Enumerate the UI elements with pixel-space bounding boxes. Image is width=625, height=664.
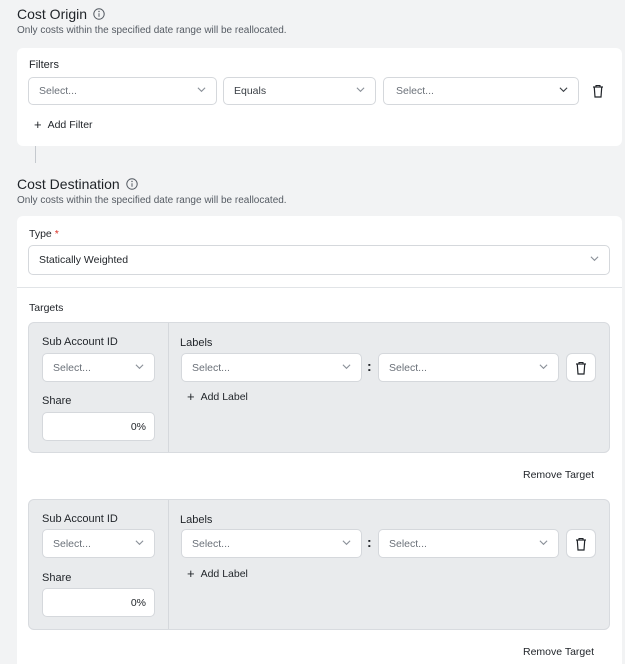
add-label-text: Add Label [200,567,248,580]
plus-icon: + [187,566,195,581]
target-card: Sub Account ID Select... Share 0% Labels… [28,499,610,630]
label-separator: : [367,358,372,374]
remove-target-button[interactable]: Remove Target [523,646,594,658]
cost-destination-heading: Cost Destination [17,176,138,192]
plus-icon: + [34,117,42,132]
connector-line [35,146,36,163]
sub-account-label: Sub Account ID [42,336,118,348]
label-key-placeholder: Select... [192,361,230,374]
chevron-down-icon [539,539,548,545]
filter-value-select[interactable]: Select... [383,77,579,105]
sub-account-select[interactable]: Select... [42,529,155,558]
remove-target-button[interactable]: Remove Target [523,469,594,481]
info-icon[interactable] [126,178,138,190]
sub-account-select[interactable]: Select... [42,353,155,382]
sub-account-placeholder: Select... [53,361,91,374]
chevron-down-icon [135,539,144,545]
chevron-down-icon [342,539,351,545]
filter-operator-value: Equals [234,85,267,97]
label-key-select[interactable]: Select... [181,529,362,558]
label-value-placeholder: Select... [389,537,427,550]
cost-origin-subtitle: Only costs within the specified date ran… [17,25,287,36]
add-filter-label: Add Filter [47,118,93,131]
cost-origin-title: Cost Origin [17,6,88,22]
chevron-down-icon [590,256,599,262]
add-label-button[interactable]: + Add Label [187,567,248,580]
chevron-down-icon [135,363,144,369]
filter-field-select[interactable]: Select... [28,77,217,105]
info-icon[interactable] [93,8,105,20]
label-value-select[interactable]: Select... [378,529,559,558]
share-input[interactable]: 0% [42,588,155,617]
filter-field-placeholder: Select... [39,85,77,97]
required-mark: * [54,228,59,240]
share-label: Share [42,395,72,407]
share-value: 0% [130,596,146,609]
targets-label: Targets [29,302,64,314]
label-key-select[interactable]: Select... [181,353,362,382]
sub-account-placeholder: Select... [53,537,91,550]
chevron-down-icon [559,87,568,93]
labels-label: Labels [180,514,213,526]
type-label-text: Type [29,228,52,240]
cost-destination-title: Cost Destination [17,176,120,192]
label-value-select[interactable]: Select... [378,353,559,382]
chevron-down-icon [342,363,351,369]
divider [17,287,622,288]
label-value-placeholder: Select... [389,361,427,374]
target-divider [168,500,169,629]
share-value: 0% [130,420,146,433]
chevron-down-icon [539,363,548,369]
type-label: Type * [29,228,59,240]
chevron-down-icon [197,87,206,93]
filter-value-placeholder: Select... [396,85,434,97]
target-card: Sub Account ID Select... Share 0% Labels… [28,322,610,453]
plus-icon: + [187,389,195,404]
label-separator: : [367,534,372,550]
trash-icon[interactable] [592,84,604,98]
trash-icon [576,361,586,375]
share-input[interactable]: 0% [42,412,155,441]
share-label: Share [42,572,72,584]
add-label-button[interactable]: + Add Label [187,390,248,403]
cost-destination-subtitle: Only costs within the specified date ran… [17,195,287,206]
trash-icon [576,537,586,551]
filters-card: Filters Select... Equals Select... + Add… [17,48,622,146]
type-value: Statically Weighted [39,254,129,266]
cost-origin-heading: Cost Origin [17,6,105,22]
chevron-down-icon [356,87,365,93]
filters-label: Filters [29,59,59,71]
target-divider [168,323,169,452]
delete-label-button[interactable] [566,353,596,382]
label-key-placeholder: Select... [192,537,230,550]
delete-label-button[interactable] [566,529,596,558]
type-select[interactable]: Statically Weighted [28,245,610,275]
add-label-text: Add Label [200,390,248,403]
add-filter-button[interactable]: + Add Filter [34,118,93,131]
labels-label: Labels [180,337,213,349]
filter-operator-select[interactable]: Equals [223,77,376,105]
sub-account-label: Sub Account ID [42,513,118,525]
